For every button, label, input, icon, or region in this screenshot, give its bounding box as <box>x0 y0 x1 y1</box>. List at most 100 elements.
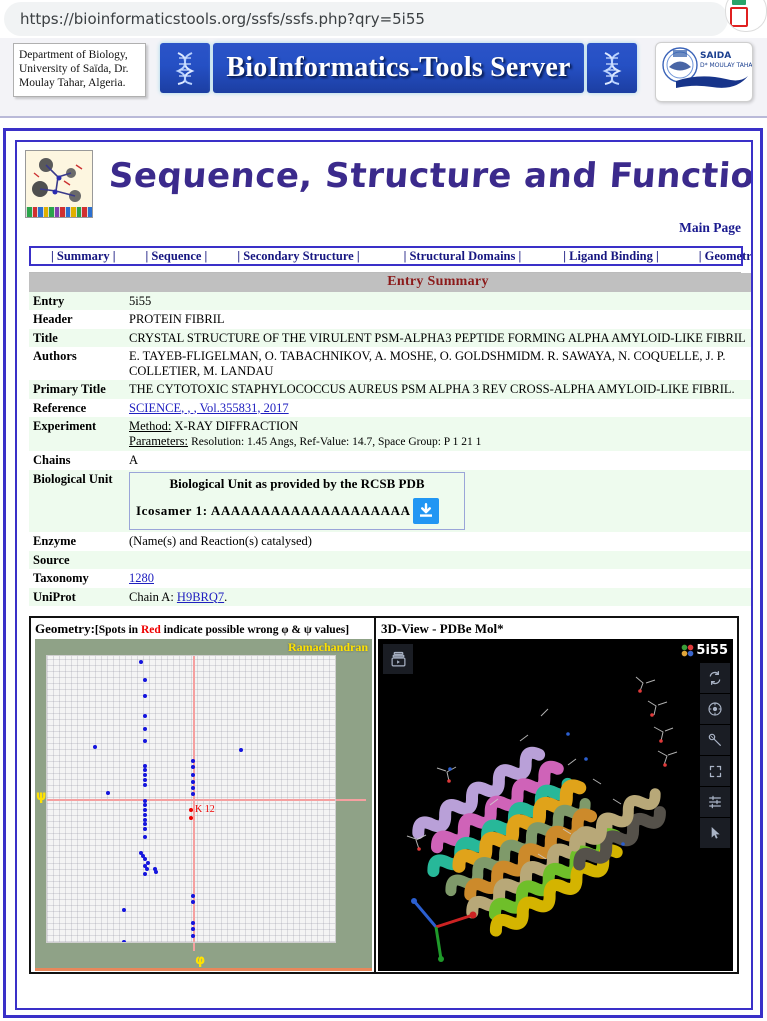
settings-sliders-icon-svg <box>709 795 721 809</box>
experiment-method-key: Method: <box>129 419 172 433</box>
table-row-reference: Reference SCIENCE, , , Vol.355831, 2017 <box>29 398 751 417</box>
phi-axis-label: φ <box>195 953 206 968</box>
extension-icon[interactable] <box>725 0 767 32</box>
main-page-link[interactable]: Main Page <box>679 220 741 236</box>
biological-unit-box: Biological Unit as provided by the RCSB … <box>129 471 465 530</box>
title-value: CRYSTAL STRUCTURE OF THE VIRULENT PSM-AL… <box>125 328 751 347</box>
scatter-point <box>142 782 147 787</box>
site-banner: Department of Biology, University of Saï… <box>0 38 767 118</box>
enzyme-label: Enzyme <box>29 532 125 551</box>
chains-value: A <box>125 451 751 470</box>
settings-sliders-icon[interactable] <box>700 787 730 817</box>
scatter-point <box>142 808 147 813</box>
geometry-heading-rest-a: [Spots in <box>94 624 141 636</box>
tab-secondary-structure[interactable]: | Secondary Structure | <box>235 249 361 264</box>
scatter-point <box>153 870 158 875</box>
taxonomy-cell: 1280 <box>125 569 751 588</box>
scatter-point <box>142 777 147 782</box>
scatter-point <box>139 660 144 665</box>
browser-chrome: https://bioinformaticstools.org/ssfs/ssf… <box>0 0 767 38</box>
table-row-primary-title: Primary Title THE CYTOTOXIC STAPHYLOCOCC… <box>29 380 751 399</box>
department-box: Department of Biology, University of Saï… <box>13 43 146 97</box>
table-row-title: Title CRYSTAL STRUCTURE OF THE VIRULENT … <box>29 328 751 347</box>
enzyme-value: (Name(s) and Reaction(s) catalysed) <box>125 532 751 551</box>
reset-camera-icon[interactable] <box>700 663 730 693</box>
table-header-row: Entry Summary <box>29 273 751 292</box>
entry-summary-heading: Entry Summary <box>125 273 751 292</box>
header-label: Header <box>29 310 125 329</box>
scatter-point <box>142 798 147 803</box>
tab-sequence[interactable]: | Sequence | <box>144 249 210 264</box>
scatter-point <box>142 763 147 768</box>
taxonomy-link[interactable]: 1280 <box>129 571 154 585</box>
tab-ligand-binding[interactable]: | Ligand Binding | <box>561 249 660 264</box>
summary-header-spacer <box>29 273 125 292</box>
geometry-heading-rest-b: indicate possible wrong φ & ψ values] <box>160 624 350 636</box>
experiment-label: Experiment <box>29 417 125 451</box>
pdb-badge: 5i55 <box>681 643 728 658</box>
tab-structural-domains[interactable]: | Structural Domains | <box>402 249 524 264</box>
scatter-point <box>190 893 195 898</box>
focus-target-icon[interactable] <box>700 694 730 724</box>
extension-icon-body <box>730 7 748 27</box>
plot-axis-vertical <box>193 656 195 942</box>
navigation-tabs: | Summary | | Sequence | | Secondary Str… <box>29 246 751 266</box>
plot-axis-horizontal <box>47 799 335 801</box>
uniprot-suffix: . <box>224 589 228 604</box>
uniprot-prefix: Chain A: <box>129 589 174 604</box>
psi-axis-label: ψ <box>36 789 47 804</box>
university-logo: SAIDA D* MOULAY TAHAR <box>655 42 753 102</box>
biological-unit-cell: Biological Unit as provided by the RCSB … <box>125 469 751 532</box>
page-title: Sequence, Structure and Function Server <box>107 156 753 196</box>
geometry-heading-main: Geometry: <box>35 621 95 636</box>
uniprot-link[interactable]: H9BRQ7 <box>177 590 224 604</box>
table-row-authors: Authors E. TAYEB-FLIGELMAN, O. TABACHNIK… <box>29 347 751 380</box>
university-logo-svg: SAIDA D* MOULAY TAHAR <box>662 47 752 88</box>
svg-text:D* MOULAY TAHAR: D* MOULAY TAHAR <box>700 62 752 69</box>
fullscreen-icon[interactable] <box>700 756 730 786</box>
ssfs-header: Sequence, Structure and Function Server … <box>17 142 753 235</box>
screenshot-icon[interactable] <box>700 725 730 755</box>
reference-label: Reference <box>29 398 125 417</box>
scatter-point <box>142 739 147 743</box>
entry-summary-section: Entry Summary Entry 5i55 Header PROTEIN … <box>29 272 751 606</box>
table-row-experiment: Experiment Method: X-RAY DIFFRACTION Par… <box>29 417 751 451</box>
download-icon[interactable] <box>412 498 439 524</box>
primary-title-label: Primary Title <box>29 380 125 399</box>
server-title-bar: BioInformatics-Tools Server <box>160 43 637 93</box>
outlier-label: K 12 <box>195 804 215 816</box>
entry-value: 5i55 <box>125 291 751 310</box>
cursor-select-icon-svg <box>711 827 720 839</box>
pdb-code: 5i55 <box>696 643 728 658</box>
biological-unit-heading: Biological Unit as provided by the RCSB … <box>169 475 425 491</box>
fullscreen-icon-svg <box>709 765 721 777</box>
table-row-entry: Entry 5i55 <box>29 291 751 310</box>
address-bar[interactable]: https://bioinformaticstools.org/ssfs/ssf… <box>4 2 728 36</box>
scatter-point <box>142 827 147 832</box>
page-frame: Sequence, Structure and Function Server … <box>3 128 763 1018</box>
cursor-select-icon[interactable] <box>700 818 730 848</box>
ramachandran-canvas: Ramachandran ψ φ K 12 <box>35 639 372 971</box>
animation-icon[interactable] <box>383 644 413 674</box>
ramachandran-title: Ramachandran <box>287 640 368 654</box>
scatter-point <box>190 765 195 770</box>
tab-geometry[interactable]: | Geometry | <box>697 249 751 264</box>
molstar-viewer[interactable]: 5i55 <box>378 639 733 971</box>
screenshot-icon-svg <box>708 733 721 746</box>
protein-structure-render <box>378 639 733 971</box>
scatter-point <box>142 677 147 682</box>
table-row-enzyme: Enzyme (Name(s) and Reaction(s) catalyse… <box>29 532 751 551</box>
page-inner: Sequence, Structure and Function Server … <box>15 140 753 1010</box>
scatter-point <box>142 768 147 773</box>
tab-summary[interactable]: | Summary | <box>49 249 118 264</box>
source-label: Source <box>29 550 125 569</box>
svg-text:SAIDA: SAIDA <box>700 51 731 61</box>
reference-link[interactable]: SCIENCE, , , Vol.355831, 2017 <box>129 401 289 415</box>
authors-value: E. TAYEB-FLIGELMAN, O. TABACHNIKOV, A. M… <box>125 347 751 380</box>
scatter-point <box>121 940 126 942</box>
geometry-heading: Geometry:[Spots in Red indicate possible… <box>31 618 374 639</box>
scatter-point <box>142 713 147 718</box>
scatter-point <box>142 773 147 778</box>
scatter-point <box>190 785 195 790</box>
bottom-panels: Geometry:[Spots in Red indicate possible… <box>29 616 739 974</box>
